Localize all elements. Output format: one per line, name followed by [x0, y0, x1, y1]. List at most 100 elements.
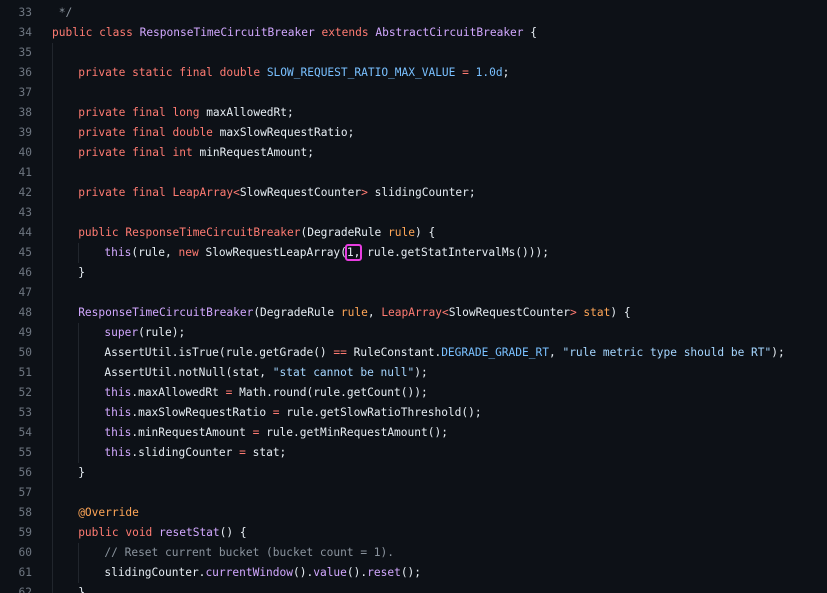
code-text[interactable]: private final LeapArray<SlowRequestCount…: [78, 183, 475, 203]
code-token: }: [78, 466, 85, 479]
code-token: slidingCounter.: [104, 566, 206, 579]
code-text[interactable]: private final double maxSlowRequestRatio…: [78, 123, 354, 143]
code-token: >: [361, 186, 368, 199]
code-text[interactable]: this(rule, new SlowRequestLeapArray(1, r…: [104, 243, 549, 263]
code-text[interactable]: private final int minRequestAmount;: [78, 143, 314, 163]
line-number: 53: [18, 406, 32, 419]
code-token: final: [132, 146, 173, 159]
code-token: final: [132, 186, 173, 199]
indent-guide: [78, 343, 80, 363]
code-token: currentWindow: [205, 566, 293, 579]
code-line: 58 @Override: [0, 503, 827, 523]
code-token: (rule);: [138, 326, 186, 339]
indent-guide: [52, 323, 53, 343]
indent-guide: [52, 143, 53, 163]
indent-guide: [78, 443, 80, 463]
code-line: 46}: [0, 263, 827, 283]
code-text[interactable]: AssertUtil.notNull(stat, "stat cannot be…: [104, 363, 427, 383]
code-text[interactable]: */: [52, 3, 72, 23]
code-token: long: [172, 106, 207, 119]
line-number: 56: [18, 466, 32, 479]
code-token: public: [52, 26, 100, 39]
code-token: @Override: [78, 506, 139, 519]
code-line: 36 private static final double SLOW_REQUE…: [0, 63, 827, 83]
code-token: this: [104, 446, 132, 459]
code-line: 33 */: [0, 3, 827, 23]
line-number: 59: [18, 526, 32, 539]
line-number: 45: [18, 246, 32, 259]
line-number: 40: [18, 146, 32, 159]
code-token: .maxAllowedRt: [131, 386, 226, 399]
code-token: ;: [502, 66, 510, 79]
code-token: stat;: [245, 446, 287, 459]
code-line: 55 this.slidingCounter = stat;: [0, 443, 827, 463]
code-token: rule.getMinRequestAmount();: [259, 426, 448, 439]
code-line: 54 this.minRequestAmount = rule.getMinReq…: [0, 423, 827, 443]
code-token: value: [313, 566, 347, 579]
code-token: ResponseTimeCircuitBreaker: [139, 26, 315, 39]
code-token: ) {: [610, 306, 631, 319]
code-text[interactable]: }: [78, 583, 85, 593]
code-line: 57: [0, 483, 827, 503]
code-token: private: [78, 66, 133, 79]
code-token: }: [78, 266, 85, 279]
code-text[interactable]: this.minRequestAmount = rule.getMinReque…: [104, 423, 448, 443]
code-line: 59 public void resetStat() {: [0, 523, 827, 543]
indent-guide: [78, 543, 80, 563]
code-line: 60 // Reset current bucket (bucket count …: [0, 543, 827, 563]
line-number: 35: [18, 46, 32, 59]
code-token: );: [414, 366, 428, 379]
code-token: AssertUtil.isTrue(rule.getGrade(): [104, 346, 334, 359]
code-token: ().: [346, 566, 368, 579]
code-text[interactable]: AssertUtil.isTrue(rule.getGrade() == Rul…: [104, 343, 784, 363]
code-token: ().: [293, 566, 314, 579]
code-line: 56}: [0, 463, 827, 483]
code-token: .maxSlowRequestRatio: [131, 406, 273, 419]
code-token: void: [125, 526, 160, 539]
code-token: final: [179, 66, 220, 79]
indent-guide: [52, 83, 53, 103]
line-number: 41: [18, 166, 32, 179]
line-number: 51: [18, 366, 32, 379]
code-token: "rule metric type should be RT": [562, 346, 772, 359]
code-token: this: [104, 406, 132, 419]
line-number: 42: [18, 186, 32, 199]
code-line: 52 this.maxAllowedRt = Math.round(rule.ge…: [0, 383, 827, 403]
code-text[interactable]: ResponseTimeCircuitBreaker(DegradeRule r…: [78, 303, 630, 323]
code-line: 35: [0, 43, 827, 63]
code-token: () {: [219, 526, 247, 539]
indent-guide: [52, 103, 53, 123]
indent-guide: [78, 383, 80, 403]
indent-guide: [52, 563, 53, 583]
code-viewer: 33 */ 34 public class ResponseTimeCircuitB…: [0, 0, 827, 593]
code-text[interactable]: }: [78, 463, 85, 483]
code-token: super: [104, 326, 139, 339]
line-number: 55: [18, 446, 32, 459]
code-text[interactable]: }: [78, 263, 85, 283]
code-token: final: [132, 126, 173, 139]
code-text[interactable]: slidingCounter.currentWindow().value().r…: [104, 563, 421, 583]
code-text[interactable]: public class ResponseTimeCircuitBreaker …: [52, 23, 537, 43]
code-text[interactable]: public ResponseTimeCircuitBreaker(Degrad…: [78, 223, 435, 243]
code-token: >: [569, 306, 584, 319]
code-token: {: [523, 26, 538, 39]
code-text[interactable]: this.maxSlowRequestRatio = rule.getSlowR…: [104, 403, 481, 423]
indent-guide: [52, 343, 53, 363]
indent-guide: [78, 243, 80, 263]
code-text[interactable]: @Override: [78, 503, 139, 523]
code-text[interactable]: this.slidingCounter = stat;: [104, 443, 286, 463]
line-number: 58: [18, 506, 32, 519]
code-text[interactable]: private static final double SLOW_REQUEST…: [78, 63, 509, 83]
line-number: 33: [18, 6, 32, 19]
indent-guide: [52, 523, 53, 543]
code-text[interactable]: this.maxAllowedRt = Math.round(rule.getC…: [104, 383, 427, 403]
code-text[interactable]: public void resetStat() {: [78, 523, 246, 543]
line-number: 57: [18, 486, 32, 499]
code-token: final: [132, 106, 173, 119]
line-number: 61: [18, 566, 32, 579]
code-token: .slidingCounter: [131, 446, 240, 459]
code-text[interactable]: private final long maxAllowedRt;: [78, 103, 294, 123]
code-text[interactable]: // Reset current bucket (bucket count = …: [104, 543, 394, 563]
code-line: 39 private final double maxSlowRequestRat…: [0, 123, 827, 143]
code-text[interactable]: super(rule);: [104, 323, 185, 343]
